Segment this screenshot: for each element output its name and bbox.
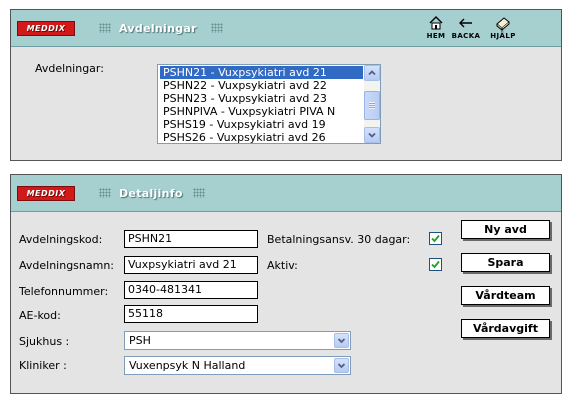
listbox-scrollbar[interactable] (364, 65, 380, 143)
hospital-label: Sjukhus : (19, 335, 70, 348)
clinic-selected-value: Vuxenpsyk N Halland (129, 359, 246, 372)
dept-name-input[interactable]: Vuxpsykiatri avd 21 (124, 256, 258, 274)
department-list-label: Avdelningar: (35, 62, 104, 75)
dept-code-input[interactable]: PSHN21 (124, 230, 258, 248)
panel-header: MEDDIX Avdelningar HEM BACKA HJÄLP (11, 10, 561, 47)
help-label: HJÄLP (490, 32, 516, 40)
chevron-up-icon (368, 70, 376, 76)
meddix-logo: MEDDIX (17, 21, 75, 36)
scroll-thumb[interactable] (364, 91, 380, 120)
clinic-dropdown-button[interactable] (334, 358, 349, 373)
save-button[interactable]: Spara (461, 253, 550, 272)
checkmark-icon (431, 234, 440, 243)
care-team-button[interactable]: Vårdteam (461, 286, 550, 305)
grip-dots-icon (99, 188, 111, 198)
home-button[interactable]: HEM (421, 15, 451, 45)
panel-header: MEDDIX Detaljinfo (11, 175, 561, 212)
chevron-down-icon (368, 132, 376, 138)
department-listbox[interactable]: PSHN21 - Vuxpsykiatri avd 21 PSHN22 - Vux… (157, 64, 381, 144)
list-item[interactable]: PSHS26 - Vuxpsykiatri avd 26 (160, 131, 363, 143)
active-checkbox[interactable] (429, 258, 442, 271)
new-department-button[interactable]: Ny avd (461, 220, 550, 239)
payment-responsibility-checkbox[interactable] (429, 232, 442, 245)
list-item[interactable]: PSHN21 - Vuxpsykiatri avd 21 (160, 66, 363, 79)
checkmark-icon (431, 260, 440, 269)
hospital-dropdown-button[interactable] (334, 333, 349, 348)
dept-name-label: Avdelningsnamn: (19, 259, 115, 272)
list-item[interactable]: PSHS19 - Vuxpsykiatri avd 19 (160, 118, 363, 131)
active-label: Aktiv: (267, 259, 298, 272)
grip-dots-icon (193, 188, 205, 198)
list-item[interactable]: PSHN22 - Vuxpsykiatri avd 22 (160, 79, 363, 92)
hospital-selected-value: PSH (129, 334, 151, 347)
list-item[interactable]: PSHN23 - Vuxpsykiatri avd 23 (160, 92, 363, 105)
grip-dots-icon (211, 23, 223, 33)
clinic-select[interactable]: Vuxenpsyk N Halland (124, 356, 351, 375)
phone-label: Telefonnummer: (19, 285, 109, 298)
home-icon (429, 16, 443, 30)
back-label: BACKA (451, 32, 481, 40)
detail-panel: MEDDIX Detaljinfo Avdelningskod: Avdelni… (10, 174, 562, 394)
department-list: PSHN21 - Vuxpsykiatri avd 21 PSHN22 - Vux… (160, 66, 363, 143)
scroll-up-button[interactable] (364, 65, 380, 81)
panel-title: Detaljinfo (119, 187, 183, 200)
chevron-down-icon (337, 338, 346, 344)
grip-dots-icon (99, 23, 111, 33)
home-label: HEM (426, 32, 446, 40)
chevron-down-icon (337, 363, 346, 369)
department-list-panel: MEDDIX Avdelningar HEM BACKA HJÄLP Avdel… (10, 9, 562, 161)
meddix-logo: MEDDIX (17, 186, 75, 201)
dept-code-label: Avdelningskod: (19, 233, 103, 246)
help-book-icon (496, 17, 510, 31)
panel-title: Avdelningar (119, 22, 197, 35)
back-button[interactable]: BACKA (451, 15, 481, 45)
hospital-select[interactable]: PSH (124, 331, 351, 350)
phone-input[interactable]: 0340-481341 (124, 281, 258, 299)
help-button[interactable]: HJÄLP (484, 15, 522, 45)
back-arrow-icon (459, 18, 472, 28)
clinic-label: Kliniker : (19, 359, 67, 372)
ae-code-label: AE-kod: (19, 309, 61, 322)
payment-responsibility-label: Betalningsansv. 30 dagar: (267, 233, 411, 246)
ae-code-input[interactable]: 55118 (124, 305, 258, 323)
scroll-down-button[interactable] (364, 127, 380, 143)
care-fee-button[interactable]: Vårdavgift (461, 319, 550, 338)
list-item[interactable]: PSHNPIVA - Vuxpsykiatri PIVA N (160, 105, 363, 118)
